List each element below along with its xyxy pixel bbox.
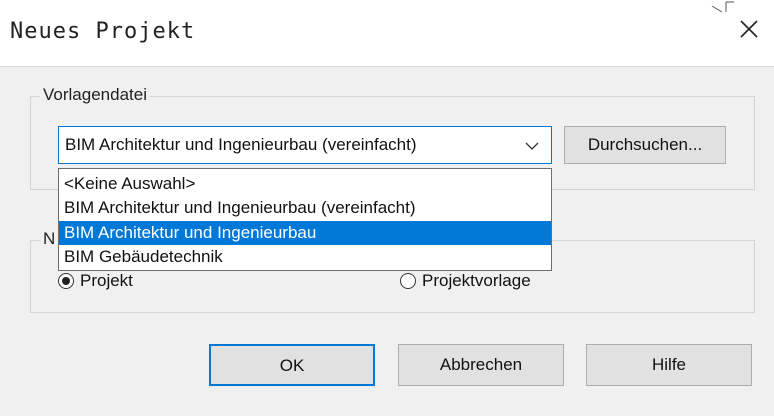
radio-projekt[interactable] (58, 273, 74, 289)
dropdown-option-label: BIM Gebäudetechnik (64, 247, 223, 266)
window-title: Neues Projekt (10, 19, 196, 44)
ok-button-label: OK (279, 356, 305, 375)
radio-projekt-label: Projekt (80, 271, 133, 290)
create-group-label: N (40, 229, 59, 249)
dropdown-option[interactable]: BIM Gebäudetechnik (59, 245, 551, 269)
cancel-button[interactable]: Abbrechen (398, 344, 564, 386)
dropdown-option-label: BIM Architektur und Ingenieurbau (verein… (64, 198, 416, 217)
title-bar: Neues Projekt (0, 0, 774, 66)
chevron-down-icon (525, 142, 539, 150)
template-dropdown-list: <Keine Auswahl> BIM Architektur und Inge… (58, 168, 552, 271)
help-button[interactable]: Hilfe (586, 344, 752, 386)
close-icon (740, 20, 758, 38)
template-combobox[interactable]: BIM Architektur und Ingenieurbau (verein… (58, 126, 552, 164)
dropdown-option-highlighted[interactable]: BIM Architektur und Ingenieurbau (59, 221, 551, 245)
template-combobox-value: BIM Architektur und Ingenieurbau (verein… (65, 135, 417, 154)
template-group-label: Vorlagendatei (40, 85, 150, 105)
radio-projektvorlage[interactable] (400, 273, 416, 289)
cancel-button-label: Abbrechen (439, 355, 523, 374)
browse-button[interactable]: Durchsuchen... (564, 126, 726, 164)
dropdown-option-label: BIM Architektur und Ingenieurbau (64, 223, 317, 242)
dropdown-option[interactable]: BIM Architektur und Ingenieurbau (verein… (59, 196, 551, 220)
radio-projektvorlage-label: Projektvorlage (422, 271, 531, 290)
help-button-label: Hilfe (651, 355, 686, 374)
browse-button-label: Durchsuchen... (587, 135, 703, 154)
close-button[interactable] (730, 10, 770, 50)
ok-button[interactable]: OK (209, 344, 375, 386)
dropdown-option[interactable]: <Keine Auswahl> (59, 172, 551, 196)
dropdown-option-label: <Keine Auswahl> (64, 174, 196, 193)
